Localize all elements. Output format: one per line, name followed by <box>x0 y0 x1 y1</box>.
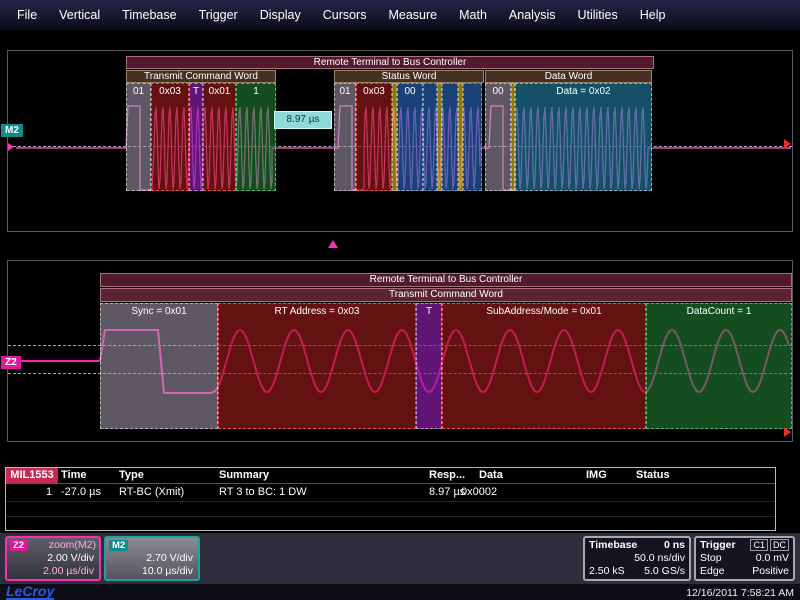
status-flag-stripe <box>442 83 458 191</box>
cell-type: RT-BC (Xmit) <box>119 486 184 498</box>
menu-timebase[interactable]: Timebase <box>111 8 187 22</box>
trigger-level: 0.0 mV <box>756 552 789 565</box>
decode-table: MIL1553 Time Type Summary Resp... Data I… <box>5 467 776 531</box>
cell-index: 1 <box>46 486 52 498</box>
z2-time-per-div: 2.00 µs/div <box>7 565 99 578</box>
table-header-divider <box>6 483 775 484</box>
seg-status-sync: 01 <box>334 83 356 191</box>
trigger-slope: Positive <box>752 565 789 578</box>
lecroy-logo: LeCroy <box>6 584 54 600</box>
z2-descriptor-title: zoom(M2) <box>49 539 96 551</box>
trigger-label: Trigger <box>700 539 736 552</box>
col-header-status: Status <box>636 469 670 481</box>
timebase-scale: 50.0 ns/div <box>634 552 685 565</box>
zseg-tr-bit: T <box>416 303 442 429</box>
menu-measure[interactable]: Measure <box>377 8 448 22</box>
row-divider <box>6 501 775 502</box>
timebase-offset: 0 ns <box>664 539 685 552</box>
channel-badge-m2[interactable]: M2 <box>1 124 23 137</box>
datetime-stamp: 12/16/2011 7:58:21 AM <box>686 587 794 599</box>
decode-table-protocol-badge[interactable]: MIL1553 <box>6 468 58 483</box>
col-header-time: Time <box>61 469 86 481</box>
z2-descriptor-badge: Z2 <box>10 540 27 551</box>
footer-strip <box>0 584 800 600</box>
row-divider <box>6 516 775 517</box>
trigger-coupling-badge: DC <box>770 539 789 551</box>
seg-data-sync: 00 <box>485 83 511 191</box>
seg-data-value: Data = 0x02 <box>515 83 652 191</box>
menu-analysis[interactable]: Analysis <box>498 8 567 22</box>
timebase-rate: 5.0 GS/s <box>644 565 685 578</box>
group-label-command-word: Transmit Command Word <box>126 70 276 83</box>
group-label-data-word: Data Word <box>485 70 652 83</box>
timebase-samples: 2.50 kS <box>589 565 625 578</box>
col-header-type: Type <box>119 469 144 481</box>
menu-cursors[interactable]: Cursors <box>312 8 378 22</box>
seg-cmd-subaddress: 0x01 <box>203 83 236 191</box>
cell-time: -27.0 µs <box>61 486 101 498</box>
trigger-box[interactable]: Trigger C1DC Stop 0.0 mV Edge Positive <box>694 536 795 581</box>
menu-vertical[interactable]: Vertical <box>48 8 111 22</box>
decode-subtitle-bottom: Transmit Command Word <box>100 288 792 302</box>
z2-offscreen-arrow-icon <box>784 427 791 437</box>
top-waveform-panel: Remote Terminal to Bus Controller Transm… <box>7 50 793 232</box>
seg-status-code: 00 <box>397 83 423 191</box>
seg-cmd-rt-address: 0x03 <box>151 83 189 191</box>
cell-resp: 8.97 µs <box>429 486 465 498</box>
z2-descriptor-box[interactable]: Z2 zoom(M2) 2.00 V/div 2.00 µs/div <box>5 536 101 581</box>
trigger-position-marker[interactable] <box>328 240 338 248</box>
seg-status-address: 0x03 <box>356 83 392 191</box>
menu-math[interactable]: Math <box>448 8 498 22</box>
seg-cmd-sync: 01 <box>126 83 151 191</box>
timebase-box[interactable]: Timebase 0 ns 50.0 ns/div 2.50 kS 5.0 GS/s <box>583 536 691 581</box>
zseg-sync: Sync = 0x01 <box>100 303 218 429</box>
trigger-source-badge: C1 <box>750 539 768 551</box>
col-header-resp: Resp... <box>429 469 465 481</box>
cell-summary: RT 3 to BC: 1 DW <box>219 486 307 498</box>
col-header-summary: Summary <box>219 469 269 481</box>
menu-file[interactable]: File <box>6 8 48 22</box>
m2-time-per-div: 10.0 µs/div <box>106 565 198 578</box>
response-time-label: 8.97 µs <box>274 111 332 129</box>
menu-trigger[interactable]: Trigger <box>188 8 249 22</box>
col-header-img: IMG <box>586 469 607 481</box>
m2-trace-level-indicator <box>8 143 14 151</box>
z2-volts-per-div: 2.00 V/div <box>7 552 99 565</box>
scope-screen: File Vertical Timebase Trigger Display C… <box>0 0 800 600</box>
bottom-waveform-panel: Remote Terminal to Bus Controller Transm… <box>7 260 793 442</box>
menu-bar: File Vertical Timebase Trigger Display C… <box>0 0 800 30</box>
decode-title-top: Remote Terminal to Bus Controller <box>126 56 654 69</box>
group-label-status-word: Status Word <box>334 70 484 83</box>
menu-help[interactable]: Help <box>629 8 677 22</box>
cell-data: 0x0002 <box>461 486 497 498</box>
decode-title-bottom: Remote Terminal to Bus Controller <box>100 273 792 287</box>
m2-volts-per-div: 2.70 V/div <box>106 552 198 565</box>
m2-descriptor-badge: M2 <box>109 540 128 551</box>
zseg-datacount: DataCount = 1 <box>646 303 792 429</box>
trigger-type: Edge <box>700 565 725 578</box>
col-header-data: Data <box>479 469 503 481</box>
trigger-mode: Stop <box>700 552 722 565</box>
timebase-label: Timebase <box>589 539 637 552</box>
zseg-subaddress-mode: SubAddress/Mode = 0x01 <box>442 303 646 429</box>
menu-utilities[interactable]: Utilities <box>566 8 628 22</box>
seg-cmd-tr-bit: T <box>189 83 203 191</box>
seg-cmd-datacount: 1 <box>236 83 276 191</box>
status-flag-stripe <box>463 83 482 191</box>
status-flag-stripe <box>423 83 437 191</box>
m2-offscreen-arrow-icon <box>784 139 791 149</box>
zseg-rt-address: RT Address = 0x03 <box>218 303 416 429</box>
channel-badge-z2[interactable]: Z2 <box>1 356 21 369</box>
menu-display[interactable]: Display <box>249 8 312 22</box>
m2-descriptor-box[interactable]: M2 2.70 V/div 10.0 µs/div <box>104 536 200 581</box>
